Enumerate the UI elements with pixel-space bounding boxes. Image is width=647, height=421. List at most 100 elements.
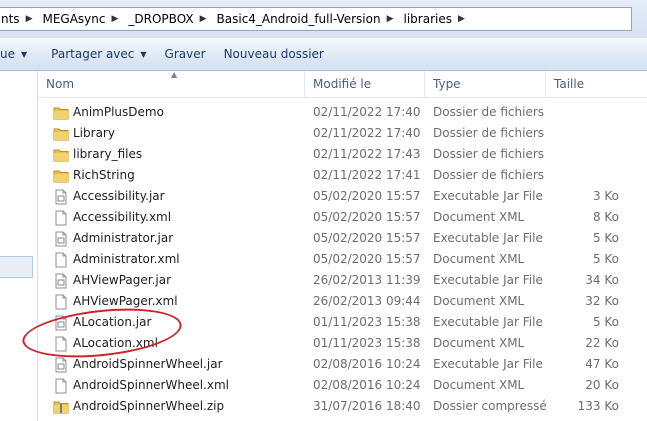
file-row[interactable]: ALocation.xml 01/11/2023 15:38 Document XM… <box>38 333 647 354</box>
file-row[interactable]: AndroidSpinnerWheel.xml 02/08/2016 10:24 D… <box>38 375 647 396</box>
file-row[interactable]: Accessibility.xml 05/02/2020 15:57 Documen… <box>38 207 647 228</box>
file-name: AHViewPager.jar <box>73 273 172 287</box>
file-modified-date: 26/02/2013 09:44 <box>313 294 421 308</box>
file-size: 20 Ko <box>585 378 619 392</box>
file-row[interactable]: AnimPlusDemo 02/11/2022 17:40 Dossier de f… <box>38 102 647 123</box>
folder-icon-graphic <box>53 170 69 183</box>
file-row[interactable]: Administrator.xml 05/02/2020 15:57 Documen… <box>38 249 647 270</box>
file-modified-date: 05/02/2020 15:57 <box>313 210 421 224</box>
file-list: AnimPlusDemo 02/11/2022 17:40 Dossier de f… <box>38 102 647 417</box>
file-name: Administrator.jar <box>73 231 174 245</box>
jar-file-icon-graphic <box>55 315 67 331</box>
jar-file-icon <box>53 273 69 289</box>
breadcrumb-item[interactable]: libraries <box>398 12 456 26</box>
file-modified-date: 02/11/2022 17:41 <box>313 168 421 182</box>
breadcrumb-item[interactable]: MEGAsync <box>36 12 109 26</box>
file-type: Executable Jar File <box>433 357 543 371</box>
file-row[interactable]: Library 02/11/2022 17:40 Dossier de fichie… <box>38 123 647 144</box>
column-header-size-label: Taille <box>554 77 585 91</box>
file-size: 22 Ko <box>585 336 619 350</box>
xml-file-icon <box>53 210 69 226</box>
file-name: Accessibility.jar <box>73 189 165 203</box>
xml-file-icon <box>53 294 69 310</box>
breadcrumb-chevron-icon[interactable]: ▶ <box>456 14 469 24</box>
file-name: library_files <box>73 147 143 161</box>
file-type: Document XML <box>433 378 525 392</box>
toolbar-button-label: Nouveau dossier <box>223 47 324 61</box>
toolbar-button[interactable]: Graver <box>156 42 215 66</box>
file-row[interactable]: AHViewPager.jar 26/02/2013 11:39 Executabl… <box>38 270 647 291</box>
file-name: Administrator.xml <box>73 252 180 266</box>
breadcrumb[interactable]: nts ▶ MEGAsync ▶ _DROPBOX ▶ Basic4_Android_ful… <box>0 7 632 31</box>
breadcrumb-chevron-icon[interactable]: ▶ <box>385 14 398 24</box>
navigation-pane[interactable] <box>0 71 38 421</box>
navigation-pane-selected-item[interactable] <box>0 256 33 278</box>
file-size: 47 Ko <box>585 357 619 371</box>
xml-file-icon <box>53 336 69 352</box>
breadcrumb-chevron-icon[interactable]: ▶ <box>198 14 211 24</box>
file-type: Document XML <box>433 210 525 224</box>
command-toolbar: ue ▼ Partager avec ▼ Graver Nouveau dossier <box>0 38 647 71</box>
folder-icon-graphic <box>53 107 69 120</box>
file-name: Accessibility.xml <box>73 210 172 224</box>
file-type: Executable Jar File <box>433 315 543 329</box>
file-size: 3 Ko <box>592 189 619 203</box>
file-row[interactable]: AndroidSpinnerWheel.zip 31/07/2016 18:40 D… <box>38 396 647 417</box>
toolbar-button[interactable]: Nouveau dossier <box>215 42 333 66</box>
file-modified-date: 01/11/2023 15:38 <box>313 336 421 350</box>
toolbar-button-label: Graver <box>164 47 206 61</box>
column-header-type-label: Type <box>433 77 461 91</box>
file-modified-date: 02/11/2022 17:43 <box>313 147 421 161</box>
jar-file-icon-graphic <box>55 273 67 289</box>
column-headers: Nom ▲ Modifié le Type Taille <box>38 71 647 98</box>
file-modified-date: 02/11/2022 17:40 <box>313 126 421 140</box>
file-row[interactable]: ALocation.jar 01/11/2023 15:38 Executable … <box>38 312 647 333</box>
jar-file-icon <box>53 231 69 247</box>
dropdown-arrow-icon: ▼ <box>140 49 147 59</box>
file-type: Executable Jar File <box>433 231 543 245</box>
file-row[interactable]: AHViewPager.xml 26/02/2013 09:44 Document … <box>38 291 647 312</box>
file-type: Executable Jar File <box>433 189 543 203</box>
breadcrumb-chevron-icon[interactable]: ▶ <box>109 14 122 24</box>
breadcrumb-chevron-icon[interactable]: ▶ <box>24 14 37 24</box>
file-row[interactable]: library_files 02/11/2022 17:43 Dossier de … <box>38 144 647 165</box>
column-header-name[interactable]: Nom ▲ <box>38 71 305 97</box>
file-type: Dossier de fichiers <box>433 168 545 182</box>
file-type: Dossier de fichiers <box>433 147 545 161</box>
jar-file-icon-graphic <box>55 357 67 373</box>
column-header-size[interactable]: Taille <box>546 71 647 97</box>
file-size: 133 Ko <box>577 399 619 413</box>
file-type: Document XML <box>433 336 525 350</box>
file-type: Dossier compressé <box>433 399 547 413</box>
toolbar-button[interactable]: Partager avec ▼ <box>42 42 155 66</box>
file-size: 5 Ko <box>592 315 619 329</box>
file-name: AHViewPager.xml <box>73 294 178 308</box>
folder-icon <box>53 168 69 184</box>
zip-folder-icon-graphic <box>53 401 69 414</box>
jar-file-icon <box>53 357 69 373</box>
zip-folder-icon <box>53 399 69 415</box>
folder-icon <box>53 147 69 163</box>
toolbar-button-label: Partager avec <box>51 47 135 61</box>
file-modified-date: 05/02/2020 15:57 <box>313 189 421 203</box>
toolbar-button[interactable]: ue ▼ <box>0 42 36 66</box>
file-type: Executable Jar File <box>433 273 543 287</box>
column-header-type[interactable]: Type <box>425 71 546 97</box>
file-row[interactable]: Administrator.jar 05/02/2020 15:57 Executa… <box>38 228 647 249</box>
column-header-name-label: Nom <box>46 77 75 91</box>
breadcrumb-item[interactable]: Basic4_Android_full-Version <box>211 12 385 26</box>
file-row[interactable]: RichString 02/11/2022 17:41 Dossier de fic… <box>38 165 647 186</box>
file-row[interactable]: Accessibility.jar 05/02/2020 15:57 Executa… <box>38 186 647 207</box>
xml-file-icon-graphic <box>55 378 67 394</box>
folder-icon-graphic <box>53 149 69 162</box>
file-size: 8 Ko <box>592 210 619 224</box>
column-header-modified[interactable]: Modifié le <box>305 71 425 97</box>
breadcrumb-item[interactable]: nts <box>0 12 24 26</box>
file-name: AndroidSpinnerWheel.zip <box>73 399 225 413</box>
xml-file-icon <box>53 252 69 268</box>
jar-file-icon-graphic <box>55 189 67 205</box>
file-row[interactable]: AndroidSpinnerWheel.jar 02/08/2016 10:24 E… <box>38 354 647 375</box>
breadcrumb-item[interactable]: _DROPBOX <box>122 12 197 26</box>
toolbar-button-label: ue <box>0 47 15 61</box>
dropdown-arrow-icon: ▼ <box>21 49 28 59</box>
